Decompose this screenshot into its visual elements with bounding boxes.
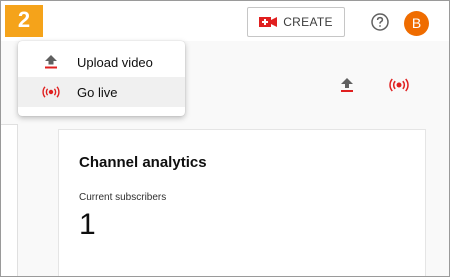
upload-icon (341, 78, 353, 92)
card-title: Channel analytics (79, 154, 207, 171)
menu-item-upload-video[interactable]: Upload video (18, 47, 185, 77)
broadcast-icon (389, 78, 409, 92)
menu-item-go-live[interactable]: Go live (18, 77, 185, 107)
menu-item-label: Upload video (77, 54, 153, 70)
current-subscribers-label: Current subscribers (79, 192, 167, 203)
left-panel-edge (1, 124, 18, 276)
upload-icon (40, 55, 62, 69)
create-button[interactable]: CREATE (247, 7, 345, 37)
studio-window: 2 CREATE B Channel analytics Current sub… (0, 0, 450, 277)
upload-icon-button[interactable] (333, 71, 361, 99)
channel-analytics-card: Channel analytics Current subscribers 1 (58, 129, 426, 276)
menu-item-label: Go live (77, 84, 118, 100)
subscriber-count: 1 (79, 208, 96, 241)
create-dropdown-menu: Upload video Go live (18, 41, 185, 116)
top-bar: 2 CREATE B (1, 1, 449, 41)
create-label: CREATE (283, 15, 333, 29)
video-camera-icon (259, 16, 278, 28)
account-avatar[interactable]: B (404, 11, 429, 36)
step-badge: 2 (5, 5, 43, 37)
help-icon[interactable] (371, 13, 389, 31)
go-live-icon-button[interactable] (385, 71, 413, 99)
broadcast-icon (40, 86, 62, 98)
